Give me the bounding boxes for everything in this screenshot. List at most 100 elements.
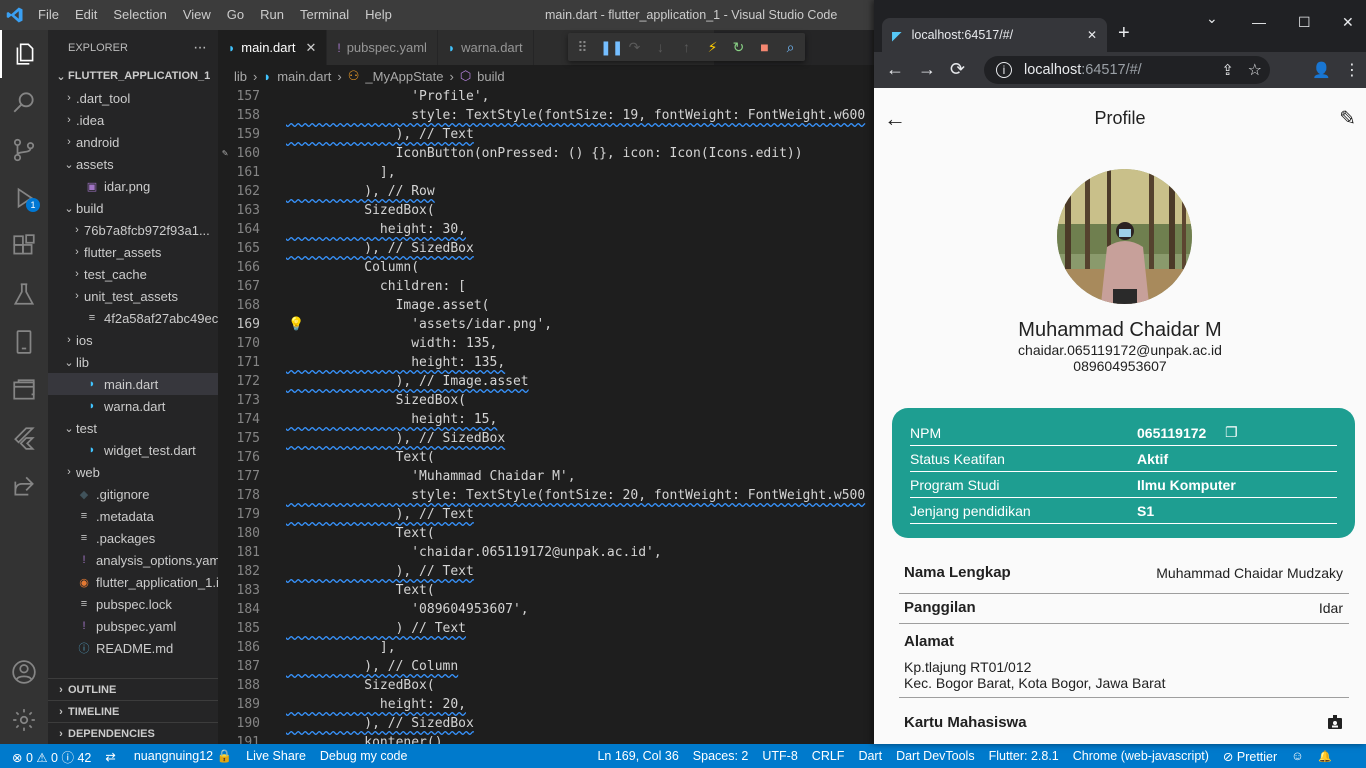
- folder-item[interactable]: › .idea: [48, 109, 218, 131]
- tab-main-dart[interactable]: ◗ main.dart ✕: [218, 30, 328, 65]
- breadcrumb-method[interactable]: build: [477, 69, 504, 84]
- breadcrumb-lib[interactable]: lib: [234, 69, 247, 84]
- address-bar[interactable]: i localhost:64517/#/ ⇪ ☆: [984, 56, 1270, 84]
- file-item[interactable]: ⓘ README.md: [48, 637, 218, 659]
- folder-item[interactable]: ⌄ test: [48, 417, 218, 439]
- folder-item[interactable]: ⌄ lib: [48, 351, 218, 373]
- tab-warna-dart[interactable]: ◗ warna.dart: [437, 30, 534, 65]
- pause-icon[interactable]: ❚❚: [600, 39, 623, 56]
- reload-icon[interactable]: ⟳: [950, 59, 965, 80]
- new-tab-button[interactable]: +: [1118, 22, 1130, 45]
- profile-icon[interactable]: 👤: [1312, 61, 1331, 79]
- file-item[interactable]: ≡ .packages: [48, 527, 218, 549]
- menu-item-edit[interactable]: Edit: [67, 0, 105, 30]
- file-item[interactable]: ! pubspec.yaml: [48, 615, 218, 637]
- site-info-icon[interactable]: i: [996, 62, 1012, 78]
- step-out-icon[interactable]: ↑: [678, 39, 695, 55]
- eol-status[interactable]: CRLF: [805, 749, 852, 763]
- stop-icon[interactable]: ■: [756, 39, 773, 55]
- back-arrow-icon[interactable]: ←: [886, 59, 904, 80]
- feedback-icon[interactable]: ☺: [1284, 749, 1311, 763]
- menu-item-run[interactable]: Run: [252, 0, 292, 30]
- device-icon[interactable]: [0, 318, 48, 366]
- step-into-icon[interactable]: ↓: [652, 39, 669, 55]
- tab-search-chevron-icon[interactable]: ⌄: [1206, 10, 1218, 27]
- flutter-icon[interactable]: [0, 414, 48, 462]
- info-row-kartu[interactable]: Kartu Mahasiswa: [899, 706, 1349, 744]
- encoding-status[interactable]: UTF-8: [755, 749, 804, 763]
- copy-icon[interactable]: ❐: [1225, 424, 1238, 441]
- folder-item[interactable]: › unit_test_assets: [48, 285, 218, 307]
- code-editor[interactable]: 157 'Profile', 158 style: TextStyle(fontS…: [218, 87, 874, 744]
- language-status[interactable]: Dart: [851, 749, 889, 763]
- forward-arrow-icon[interactable]: →: [918, 59, 936, 80]
- outline-section[interactable]: › OUTLINE: [48, 678, 218, 700]
- menu-item-help[interactable]: Help: [357, 0, 400, 30]
- file-item[interactable]: ◗ widget_test.dart: [48, 439, 218, 461]
- folder-item[interactable]: › 76b7a8fcb972f93a1...: [48, 219, 218, 241]
- bookmark-star-icon[interactable]: ☆: [1248, 60, 1262, 80]
- file-item[interactable]: ≡ 4f2a58af27abc49ecf...: [48, 307, 218, 329]
- live-share-icon[interactable]: [0, 462, 48, 510]
- explorer-icon[interactable]: [0, 30, 48, 78]
- extensions-icon[interactable]: [0, 222, 48, 270]
- explorer-more-icon[interactable]: ···: [193, 39, 207, 57]
- account-icon[interactable]: [0, 648, 48, 696]
- minimize-icon[interactable]: —: [1252, 14, 1266, 30]
- browser-tab[interactable]: ◤ localhost:64517/#/ ✕: [882, 18, 1107, 52]
- settings-gear-icon[interactable]: [0, 696, 48, 744]
- problems-status[interactable]: ⊗ 0 ⚠ 0 ⓘ 42: [0, 747, 98, 766]
- source-control-icon[interactable]: [0, 126, 48, 174]
- debug-status[interactable]: Debug my code: [313, 749, 415, 763]
- menu-item-go[interactable]: Go: [219, 0, 252, 30]
- live-share-status[interactable]: Live Share: [239, 749, 313, 763]
- step-over-icon[interactable]: ↷: [626, 39, 643, 56]
- device-status[interactable]: Chrome (web-javascript): [1066, 749, 1216, 763]
- tab-close-icon[interactable]: ✕: [305, 40, 316, 56]
- file-item[interactable]: ◗ main.dart: [48, 373, 218, 395]
- menu-item-terminal[interactable]: Terminal: [292, 0, 357, 30]
- folder-item[interactable]: ⌄ build: [48, 197, 218, 219]
- menu-item-file[interactable]: File: [30, 0, 67, 30]
- hot-reload-icon[interactable]: ⚡: [704, 39, 721, 56]
- edit-pencil-icon[interactable]: ✎: [1339, 106, 1356, 131]
- menu-item-view[interactable]: View: [175, 0, 219, 30]
- flutter-version-status[interactable]: Flutter: 2.8.1: [982, 749, 1066, 763]
- drag-handle-icon[interactable]: ⠿: [574, 39, 591, 56]
- testing-icon[interactable]: [0, 270, 48, 318]
- sync-icon[interactable]: ⇄: [98, 749, 122, 764]
- breadcrumb-class[interactable]: _MyAppState: [365, 69, 443, 84]
- file-item[interactable]: ▣ idar.png: [48, 175, 218, 197]
- folder-item[interactable]: › ios: [48, 329, 218, 351]
- remote-explorer-icon[interactable]: [0, 366, 48, 414]
- branch-status[interactable]: nuangnuing12 🔒: [127, 749, 239, 764]
- tab-pubspec-yaml[interactable]: ! pubspec.yaml: [327, 30, 438, 65]
- file-item[interactable]: ! analysis_options.yaml: [48, 549, 218, 571]
- dependencies-section[interactable]: › DEPENDENCIES: [48, 722, 218, 744]
- inspect-widget-icon[interactable]: ⌕: [782, 39, 799, 56]
- breadcrumb-file[interactable]: main.dart: [277, 69, 331, 84]
- folder-item[interactable]: › android: [48, 131, 218, 153]
- notifications-bell-icon[interactable]: 🔔: [1311, 750, 1339, 763]
- folder-item[interactable]: › test_cache: [48, 263, 218, 285]
- folder-item[interactable]: › .dart_tool: [48, 87, 218, 109]
- window-close-icon[interactable]: ✕: [1342, 14, 1354, 31]
- file-item[interactable]: ≡ .metadata: [48, 505, 218, 527]
- prettier-status[interactable]: ⊘ Prettier: [1216, 749, 1284, 764]
- file-item[interactable]: ◆ .gitignore: [48, 483, 218, 505]
- share-icon[interactable]: ⇪: [1221, 61, 1234, 79]
- devtools-status[interactable]: Dart DevTools: [889, 749, 982, 763]
- tab-close-icon[interactable]: ✕: [1087, 28, 1097, 42]
- file-item[interactable]: ◗ warna.dart: [48, 395, 218, 417]
- cursor-position-status[interactable]: Ln 169, Col 36: [590, 749, 685, 763]
- search-icon[interactable]: [0, 78, 48, 126]
- file-item[interactable]: ≡ pubspec.lock: [48, 593, 218, 615]
- browser-menu-icon[interactable]: ⋮: [1344, 60, 1360, 80]
- folder-item[interactable]: › web: [48, 461, 218, 483]
- project-folder[interactable]: ⌄ FLUTTER_APPLICATION_1: [48, 65, 218, 87]
- timeline-section[interactable]: › TIMELINE: [48, 700, 218, 722]
- run-debug-icon[interactable]: 1: [0, 174, 48, 222]
- folder-item[interactable]: › flutter_assets: [48, 241, 218, 263]
- file-item[interactable]: ◉ flutter_application_1.i...: [48, 571, 218, 593]
- folder-item[interactable]: ⌄ assets: [48, 153, 218, 175]
